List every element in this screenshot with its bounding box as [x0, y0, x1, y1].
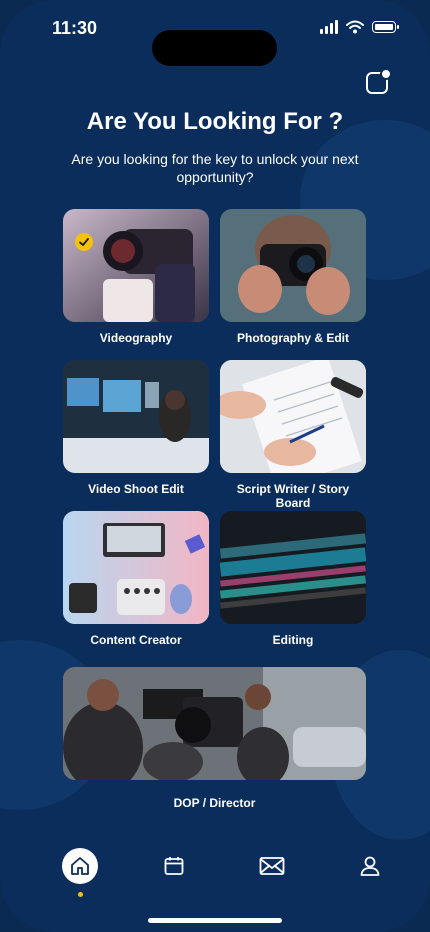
category-label: Script Writer / Story Board: [236, 482, 350, 510]
status-icons: [320, 20, 399, 34]
dop-director-image: [63, 667, 366, 780]
home-indicator-bar: [148, 918, 282, 923]
script-writer-image: [220, 360, 366, 473]
category-card-photography[interactable]: [220, 209, 366, 322]
category-card-content-creator[interactable]: [63, 511, 209, 624]
category-label: Video Shoot Edit: [88, 482, 184, 496]
category-card-script-writer[interactable]: [220, 360, 366, 473]
dynamic-island: [152, 30, 277, 66]
content-creator-image: [63, 511, 209, 624]
photography-image: [220, 209, 366, 322]
editing-image: [220, 511, 366, 624]
app-screen: 11:30 Are You Looking For ? Are you look…: [0, 0, 430, 932]
profile-icon[interactable]: [352, 848, 388, 884]
category-label: Content Creator: [90, 633, 182, 647]
status-time: 11:30: [52, 18, 98, 38]
selected-check-icon: [75, 233, 93, 251]
active-tab-indicator: [78, 892, 83, 897]
category-card-editing[interactable]: [220, 511, 366, 624]
category-card-dop-director[interactable]: [63, 667, 366, 780]
video-shoot-edit-image: [63, 360, 209, 473]
category-label: Videography: [99, 331, 173, 345]
category-card-video-shoot-edit[interactable]: [63, 360, 209, 473]
category-card-videography[interactable]: [63, 209, 209, 322]
category-label: Editing: [272, 633, 314, 647]
notification-button[interactable]: [366, 68, 392, 94]
signal-icon: [320, 20, 338, 34]
videography-image: [63, 209, 209, 322]
page-title: Are You Looking For ?: [86, 108, 344, 135]
home-icon[interactable]: [62, 848, 98, 884]
category-label: Photography & Edit: [237, 331, 349, 345]
notification-dot-icon: [380, 68, 392, 80]
calendar-icon[interactable]: [156, 848, 192, 884]
status-bar: 11:30: [0, 18, 430, 66]
wifi-icon: [346, 20, 364, 34]
mail-icon[interactable]: [254, 848, 290, 884]
bottom-navigation: [0, 848, 430, 897]
battery-icon: [372, 21, 399, 33]
category-label: DOP / Director: [173, 796, 256, 810]
page-subtitle: Are you looking for the key to unlock yo…: [71, 151, 359, 185]
